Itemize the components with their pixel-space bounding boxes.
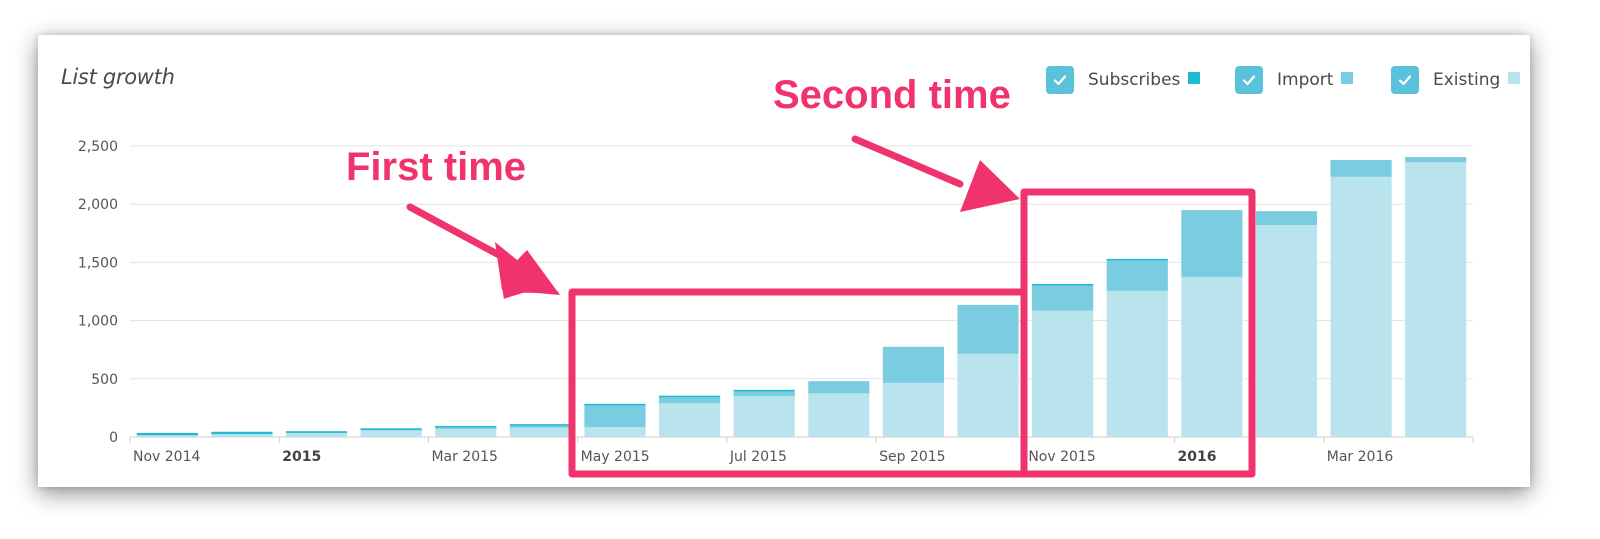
bar-existing-nov-2014[interactable] bbox=[136, 435, 198, 437]
bar-subscribes-jun-2015[interactable] bbox=[658, 395, 721, 398]
bar-existing-mar-2016[interactable] bbox=[1330, 176, 1392, 437]
second-time-arrow-icon bbox=[851, 135, 1020, 212]
x-tick-label: Sep 2015 bbox=[879, 449, 945, 465]
first-time-highlight-box bbox=[568, 288, 1028, 478]
bar-existing-apr-2015[interactable] bbox=[509, 427, 571, 437]
y-tick-label: 1,000 bbox=[78, 314, 118, 330]
x-tick-label: Mar 2015 bbox=[431, 449, 498, 465]
bar-subscribes-nov-2015[interactable] bbox=[1032, 283, 1094, 286]
x-tick-label: May 2015 bbox=[581, 449, 650, 465]
bar-existing-dec-2015[interactable] bbox=[1106, 290, 1168, 437]
y-tick-label: 2,000 bbox=[78, 197, 118, 213]
bar-subscribes-apr-2015[interactable] bbox=[509, 424, 571, 426]
bar-existing-mar-2015[interactable] bbox=[435, 428, 497, 437]
bar-import-apr-2015[interactable] bbox=[509, 425, 571, 428]
bar-import-sep-2015[interactable] bbox=[882, 346, 945, 383]
bar-existing-aug-2015[interactable] bbox=[808, 393, 870, 437]
bars bbox=[136, 157, 1467, 437]
y-tick-label: 0 bbox=[109, 430, 118, 446]
bar-import-feb-2016[interactable] bbox=[1255, 211, 1318, 226]
bar-subscribes-feb-2015[interactable] bbox=[360, 428, 422, 430]
bar-subscribes-dec-2014[interactable] bbox=[211, 431, 273, 435]
bar-subscribes-nov-2014[interactable] bbox=[136, 432, 198, 436]
bar-import-dec-2015[interactable] bbox=[1106, 260, 1168, 291]
bar-import-oct-2015[interactable] bbox=[957, 304, 1019, 354]
x-tick-label: Mar 2016 bbox=[1327, 449, 1394, 465]
y-axis: 0 500 1,000 1,500 2,000 2,500 bbox=[78, 139, 118, 446]
bar-import-nov-2015[interactable] bbox=[1032, 284, 1094, 311]
bar-import-apr-2016[interactable] bbox=[1405, 157, 1467, 163]
x-tick-label: Jul 2015 bbox=[729, 449, 787, 465]
x-tick-label: 2015 bbox=[282, 449, 321, 465]
bar-existing-nov-2015[interactable] bbox=[1032, 310, 1094, 437]
bar-import-may-2015[interactable] bbox=[584, 404, 646, 428]
y-tick-label: 2,500 bbox=[78, 139, 118, 155]
bar-import-jun-2015[interactable] bbox=[658, 396, 721, 404]
second-time-label: Second time bbox=[773, 73, 1011, 117]
bar-existing-apr-2016[interactable] bbox=[1405, 162, 1467, 437]
bar-subscribes-may-2015[interactable] bbox=[584, 403, 646, 406]
bar-subscribes-jul-2015[interactable] bbox=[733, 389, 795, 392]
first-time-label: First time bbox=[346, 145, 526, 189]
first-time-arrow-icon bbox=[406, 203, 560, 299]
bar-existing-jan-2016[interactable] bbox=[1181, 276, 1243, 437]
bar-existing-may-2015[interactable] bbox=[584, 427, 646, 437]
bar-existing-jul-2015[interactable] bbox=[733, 396, 795, 437]
x-tick-label: Nov 2015 bbox=[1028, 449, 1095, 465]
x-axis: Nov 2014 2015 Mar 2015 May 2015 Jul 2015 Sep … bbox=[129, 437, 1474, 465]
bar-import-jan-2016[interactable] bbox=[1181, 210, 1243, 277]
bar-import-mar-2016[interactable] bbox=[1330, 159, 1392, 177]
x-tick-label: Nov 2014 bbox=[133, 449, 200, 465]
bar-import-aug-2015[interactable] bbox=[808, 381, 870, 394]
bar-subscribes-mar-2015[interactable] bbox=[435, 425, 497, 428]
bar-import-jul-2015[interactable] bbox=[733, 391, 795, 397]
bar-existing-oct-2015[interactable] bbox=[957, 353, 1019, 437]
y-tick-label: 1,500 bbox=[78, 255, 118, 271]
bar-subscribes-dec-2015[interactable] bbox=[1106, 258, 1168, 261]
bar-existing-jun-2015[interactable] bbox=[658, 403, 721, 437]
x-tick-label: 2016 bbox=[1178, 449, 1217, 465]
bar-existing-sep-2015[interactable] bbox=[882, 382, 945, 437]
y-tick-label: 500 bbox=[91, 372, 118, 388]
bar-existing-feb-2016[interactable] bbox=[1255, 225, 1318, 437]
bar-chart: 0 500 1,000 1,500 2,000 2,500 Nov 2014 2015 Mar… bbox=[78, 70, 1474, 478]
bar-existing-feb-2015[interactable] bbox=[360, 430, 422, 437]
bar-existing-dec-2014[interactable] bbox=[211, 434, 273, 437]
bar-subscribes-jan-2015[interactable] bbox=[285, 431, 348, 433]
bar-existing-jan-2015[interactable] bbox=[285, 432, 348, 437]
